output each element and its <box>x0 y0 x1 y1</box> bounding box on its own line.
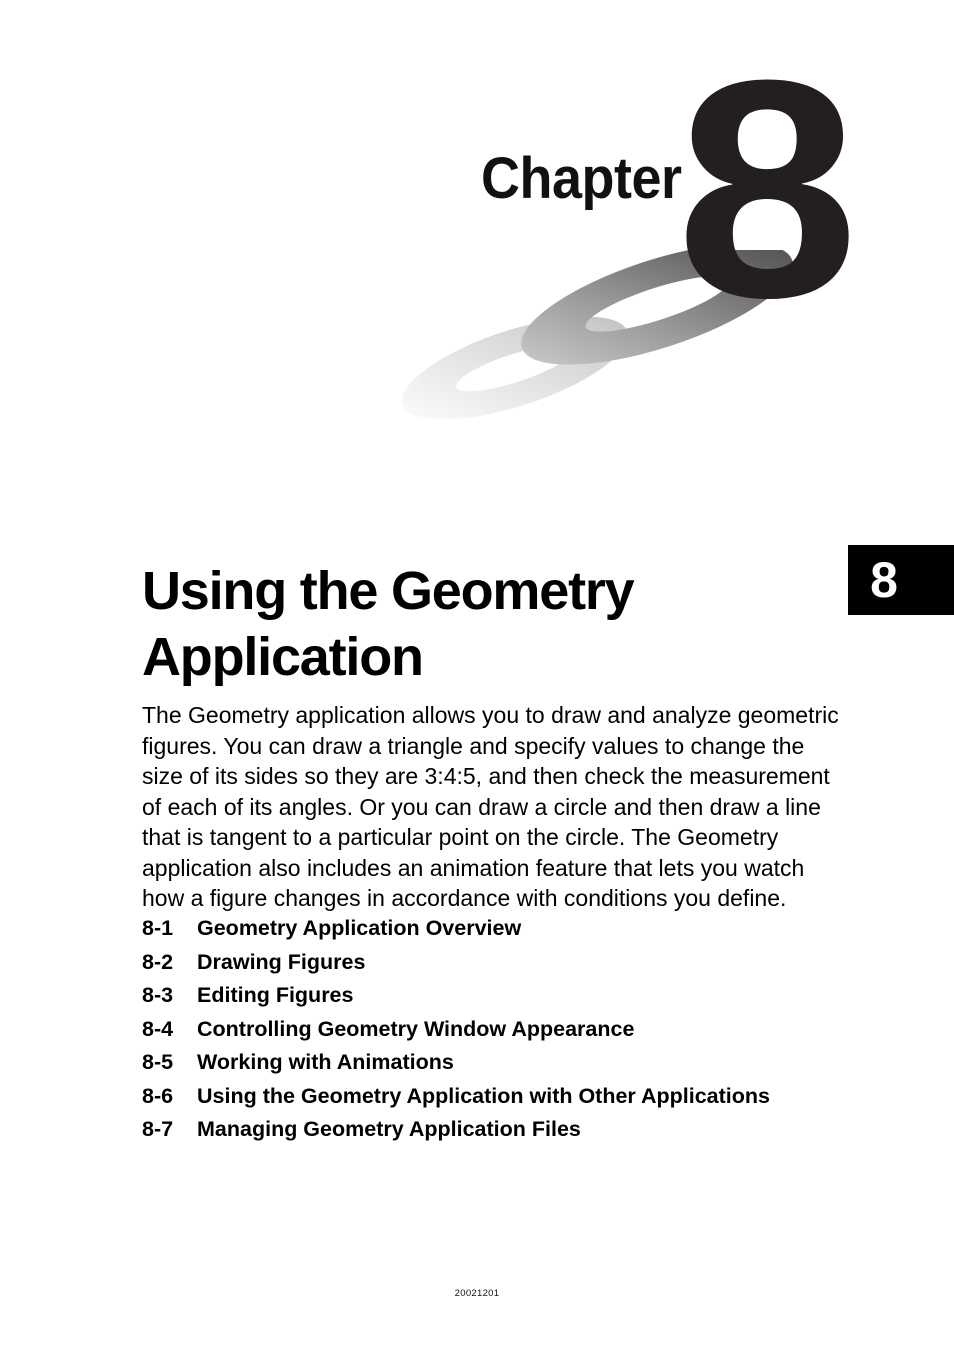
section-list-item-8-4[interactable]: 8-4 Controlling Geometry Window Appearan… <box>142 1013 902 1047</box>
section-number: 8-2 <box>142 949 174 974</box>
section-list-item-8-1[interactable]: 8-1 Geometry Application Overview <box>142 912 902 946</box>
section-label: Working with Animations <box>197 1050 454 1074</box>
section-number: 8-7 <box>142 1117 174 1141</box>
chapter-word-label: Chapter <box>481 146 682 211</box>
section-label: Geometry Application Overview <box>197 916 522 940</box>
section-label: Controlling Geometry Window Appearance <box>197 1016 635 1041</box>
section-label: Managing Geometry Application Files <box>197 1117 581 1141</box>
section-list-item-8-5[interactable]: 8-5 Working with Animations <box>142 1046 902 1080</box>
section-list-item-8-2[interactable]: 8-2 Drawing Figures <box>142 946 902 980</box>
section-label: Using the Geometry Application with Othe… <box>197 1083 770 1108</box>
section-number: 8-4 <box>142 1016 174 1041</box>
section-list: 8-1 Geometry Application Overview 8-2 Dr… <box>142 912 902 1147</box>
chapter-number-display: 8 <box>676 15 859 362</box>
section-label: Drawing Figures <box>197 949 366 974</box>
section-list-item-8-3[interactable]: 8-3 Editing Figures <box>142 979 902 1013</box>
section-number: 8-6 <box>142 1083 174 1108</box>
chapter-number-tab: 8 <box>848 545 954 615</box>
chapter-opener-page: Chapter 8 Using the Geometry Application… <box>0 0 954 1352</box>
section-list-item-8-6[interactable]: 8-6 Using the Geometry Application with … <box>142 1080 902 1114</box>
page-title: Using the Geometry Application <box>142 561 635 687</box>
title-block: Using the Geometry Application <box>142 558 832 690</box>
chapter-tab-number-label: 8 <box>870 552 898 608</box>
section-label: Editing Figures <box>197 983 354 1007</box>
intro-paragraph: The Geometry application allows you to d… <box>142 702 839 911</box>
section-number: 8-3 <box>142 983 174 1007</box>
chapter-masthead: Chapter 8 <box>0 0 954 470</box>
section-number: 8-5 <box>142 1050 174 1074</box>
footer-code: 20021201 <box>454 1288 500 1299</box>
section-number: 8-1 <box>142 916 174 940</box>
section-list-item-8-7[interactable]: 8-7 Managing Geometry Application Files <box>142 1113 902 1147</box>
